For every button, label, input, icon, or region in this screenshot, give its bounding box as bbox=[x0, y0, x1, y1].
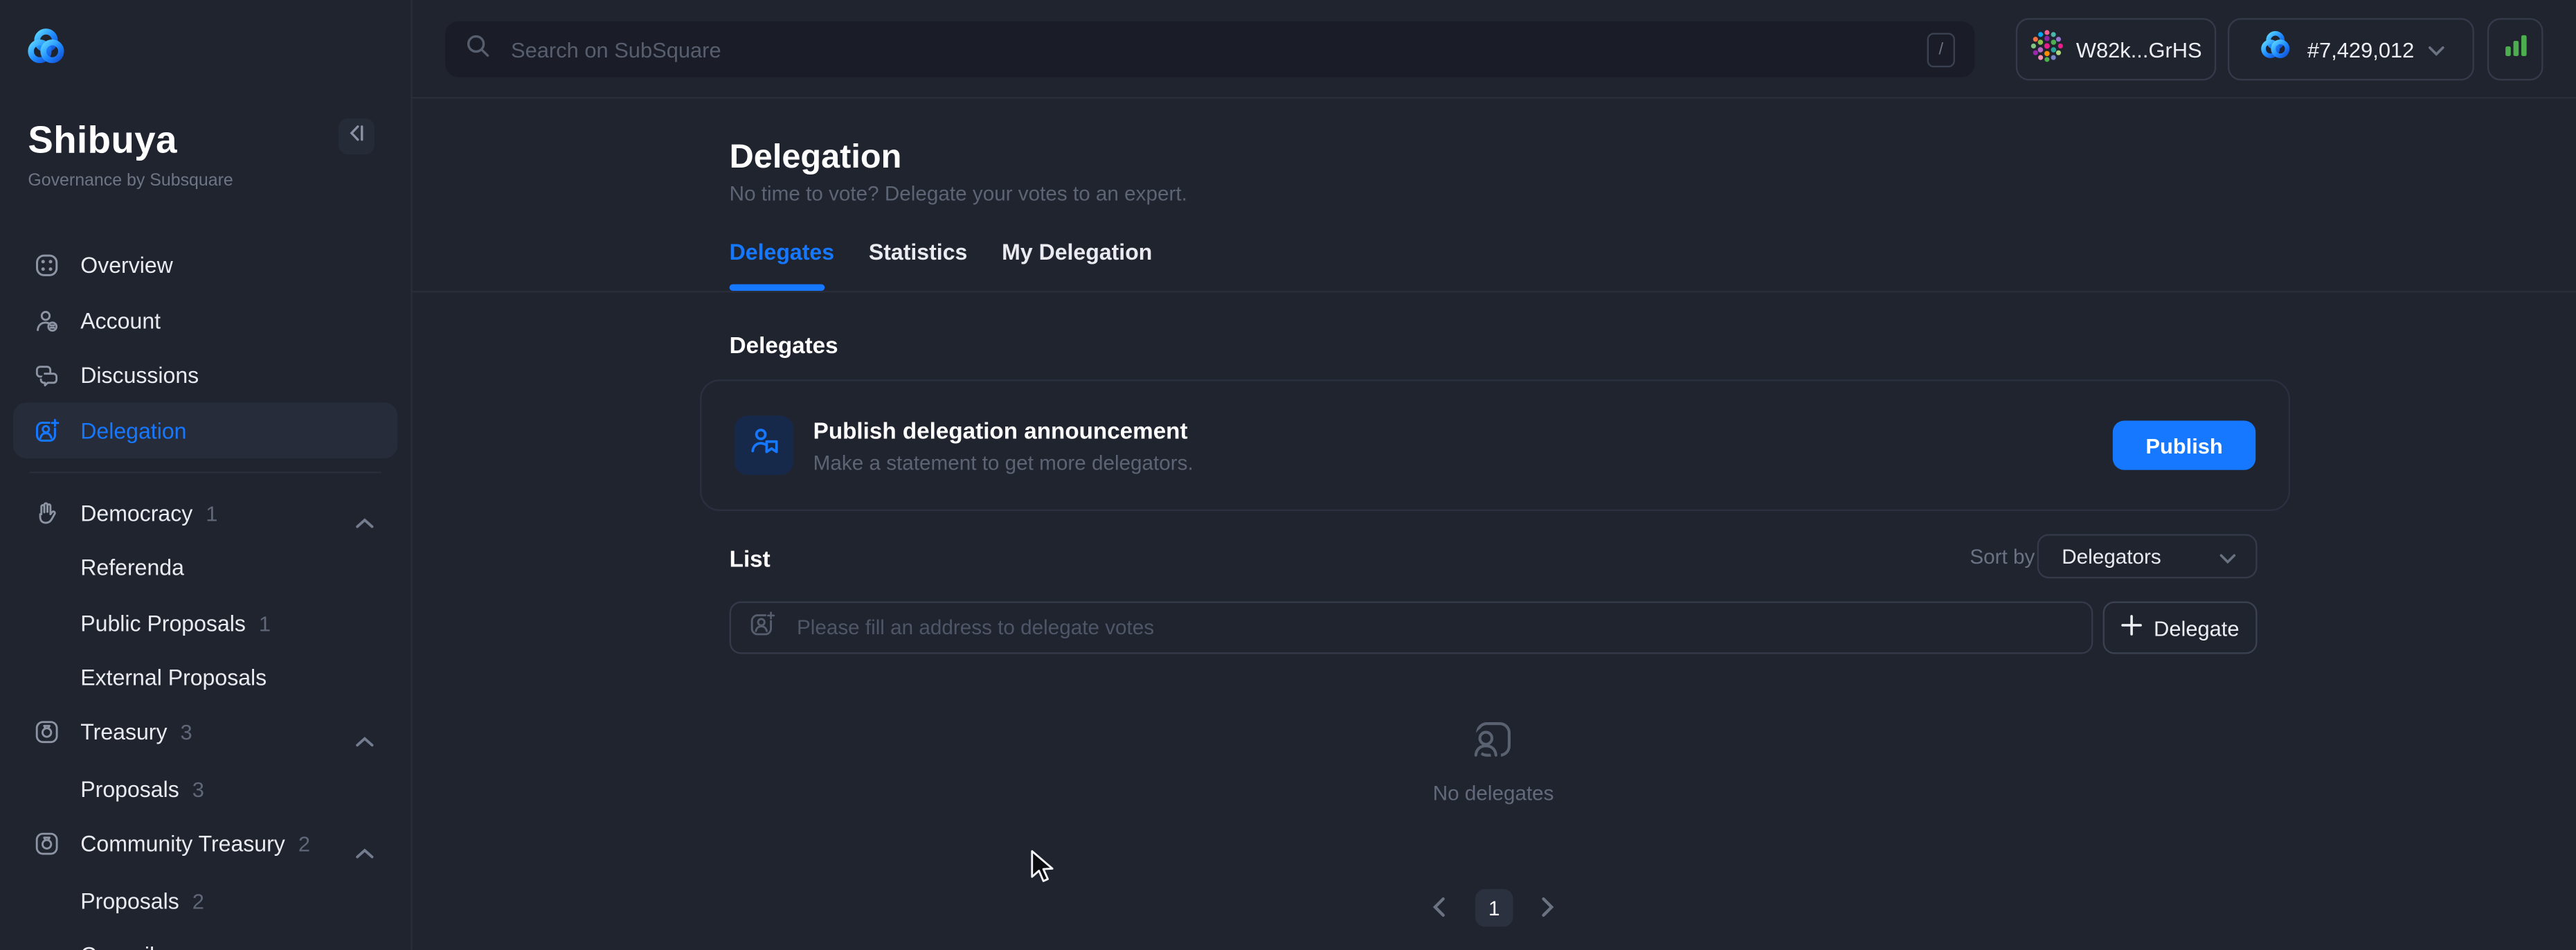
discussions-icon bbox=[33, 361, 60, 388]
sidebar-item-referenda[interactable]: Referenda bbox=[13, 539, 397, 595]
sidebar-section-council[interactable]: Council bbox=[13, 929, 397, 950]
network-status-button[interactable] bbox=[2487, 18, 2543, 80]
sidebar-item-label: Proposals bbox=[80, 888, 179, 913]
sidebar-item-external-proposals[interactable]: External Proposals bbox=[13, 649, 397, 705]
block-number: #7,429,012 bbox=[2307, 37, 2414, 62]
wallet-account-button[interactable]: W82k...GrHS bbox=[2016, 18, 2217, 80]
sort-select-value: Delegators bbox=[2062, 545, 2219, 568]
chevron-up-icon[interactable] bbox=[355, 508, 375, 537]
pagination-next-button[interactable] bbox=[1541, 897, 1554, 917]
sidebar-section-treasury[interactable]: Treasury 3 bbox=[13, 705, 397, 758]
publish-announcement-card: Publish delegation announcement Make a s… bbox=[700, 379, 2290, 511]
person-announce-icon bbox=[747, 424, 782, 467]
subsquare-logo-icon[interactable] bbox=[23, 25, 69, 71]
tab-bar: Delegates Statistics My Delegation bbox=[730, 240, 1153, 265]
sidebar-item-label: External Proposals bbox=[80, 665, 267, 690]
sidebar-section-label: Democracy bbox=[80, 501, 192, 526]
delegate-button-label: Delegate bbox=[2154, 616, 2240, 640]
tab-delegates[interactable]: Delegates bbox=[730, 240, 834, 265]
council-people-icon bbox=[33, 941, 60, 950]
account-icon bbox=[33, 307, 60, 334]
main-content: Delegation No time to vote? Delegate you… bbox=[411, 98, 2576, 949]
sidebar-item-label: Public Proposals bbox=[80, 611, 246, 636]
section-count: 3 bbox=[180, 719, 192, 744]
no-delegates-text: No delegates bbox=[1329, 782, 1658, 805]
sidebar-divider bbox=[30, 472, 381, 473]
tab-my-delegation[interactable]: My Delegation bbox=[1002, 240, 1152, 265]
overview-icon bbox=[33, 251, 60, 278]
sidebar-section-community-treasury[interactable]: Community Treasury 2 bbox=[13, 816, 397, 869]
sidebar-item-label: Delegation bbox=[80, 418, 186, 443]
sidebar-section-democracy[interactable]: Democracy 1 bbox=[13, 486, 397, 539]
sidebar-section-label: Treasury bbox=[80, 719, 167, 744]
pagination-page-1[interactable]: 1 bbox=[1475, 889, 1513, 927]
item-count: 3 bbox=[192, 776, 204, 801]
item-count: 2 bbox=[192, 888, 204, 913]
search-icon bbox=[465, 32, 492, 66]
tab-statistics[interactable]: Statistics bbox=[869, 240, 967, 265]
plus-icon bbox=[2121, 615, 2143, 641]
chain-subtitle: Governance by Subsquare bbox=[28, 171, 233, 190]
search-bar[interactable]: / bbox=[445, 21, 1974, 78]
sidebar-item-label: Account bbox=[80, 308, 161, 333]
pagination-prev-button[interactable] bbox=[1432, 897, 1445, 917]
announcement-texts: Publish delegation announcement Make a s… bbox=[813, 417, 1194, 474]
delegates-heading: Delegates bbox=[730, 332, 838, 358]
sidebar-item-account[interactable]: Account bbox=[13, 292, 397, 348]
sort-select[interactable]: Delegators bbox=[2037, 534, 2258, 578]
delegate-address-input[interactable] bbox=[793, 615, 2075, 641]
announcement-title: Publish delegation announcement bbox=[813, 417, 1194, 443]
sidebar-item-label: Discussions bbox=[80, 362, 199, 387]
page-title: Delegation bbox=[730, 138, 902, 177]
block-number-button[interactable]: #7,429,012 bbox=[2228, 18, 2474, 80]
delegate-address-field[interactable] bbox=[730, 602, 2093, 654]
sidebar-item-label: Referenda bbox=[80, 555, 184, 580]
tabs-divider bbox=[411, 291, 2576, 292]
active-tab-underline bbox=[730, 285, 825, 290]
section-count: 2 bbox=[298, 831, 310, 856]
wallet-address: W82k...GrHS bbox=[2076, 37, 2202, 62]
chevron-up-icon[interactable] bbox=[355, 726, 375, 756]
item-count: 1 bbox=[259, 611, 271, 636]
sidebar-item-delegation[interactable]: Delegation bbox=[13, 402, 397, 458]
sidebar-item-overview[interactable]: Overview bbox=[13, 237, 397, 293]
topbar: / bbox=[411, 0, 2576, 98]
sidebar-collapse-button[interactable] bbox=[339, 118, 375, 154]
sidebar-item-public-proposals[interactable]: Public Proposals 1 bbox=[13, 595, 397, 651]
search-shortcut-key: / bbox=[1927, 32, 1955, 66]
delegation-icon bbox=[33, 417, 60, 445]
page-subtitle: No time to vote? Delegate your votes to … bbox=[730, 182, 1187, 205]
publish-button[interactable]: Publish bbox=[2113, 421, 2255, 470]
delegate-button[interactable]: Delegate bbox=[2103, 602, 2258, 654]
chevron-down-icon bbox=[2219, 541, 2236, 571]
chevron-up-icon[interactable] bbox=[355, 838, 375, 868]
signal-bars-icon bbox=[2501, 31, 2529, 67]
sort-by-label: Sort by bbox=[1970, 546, 2035, 568]
treasury-bag-icon bbox=[33, 717, 60, 745]
democracy-hand-icon bbox=[33, 499, 60, 526]
community-treasury-bag-icon bbox=[33, 829, 60, 857]
list-heading: List bbox=[730, 546, 771, 572]
announcement-icon-tile bbox=[735, 415, 793, 474]
no-delegates-icon bbox=[1470, 717, 1516, 771]
sidebar-item-label: Overview bbox=[80, 252, 173, 277]
search-input[interactable] bbox=[507, 35, 1911, 63]
sidebar-item-discussions[interactable]: Discussions bbox=[13, 347, 397, 403]
chevron-down-icon bbox=[2427, 35, 2444, 64]
sidebar-item-community-proposals[interactable]: Proposals 2 bbox=[13, 872, 397, 929]
screen: Shibuya Governance by Subsquare Overview bbox=[0, 0, 2576, 950]
subsquare-app: Shibuya Governance by Subsquare Overview bbox=[0, 0, 2576, 950]
identicon bbox=[2030, 29, 2062, 70]
person-add-icon bbox=[748, 609, 777, 647]
sidebar-section-label: Council bbox=[80, 942, 154, 950]
sidebar: Shibuya Governance by Subsquare Overview bbox=[0, 0, 413, 950]
announcement-subtitle: Make a statement to get more delegators. bbox=[813, 451, 1194, 474]
collapse-icon bbox=[347, 122, 366, 152]
chain-title: Shibuya bbox=[28, 118, 177, 163]
section-count: 1 bbox=[206, 501, 217, 526]
sidebar-section-label: Community Treasury bbox=[80, 831, 285, 856]
sidebar-item-label: Proposals bbox=[80, 776, 179, 801]
sidebar-item-treasury-proposals[interactable]: Proposals 3 bbox=[13, 761, 397, 817]
network-logo-icon bbox=[2258, 27, 2294, 71]
